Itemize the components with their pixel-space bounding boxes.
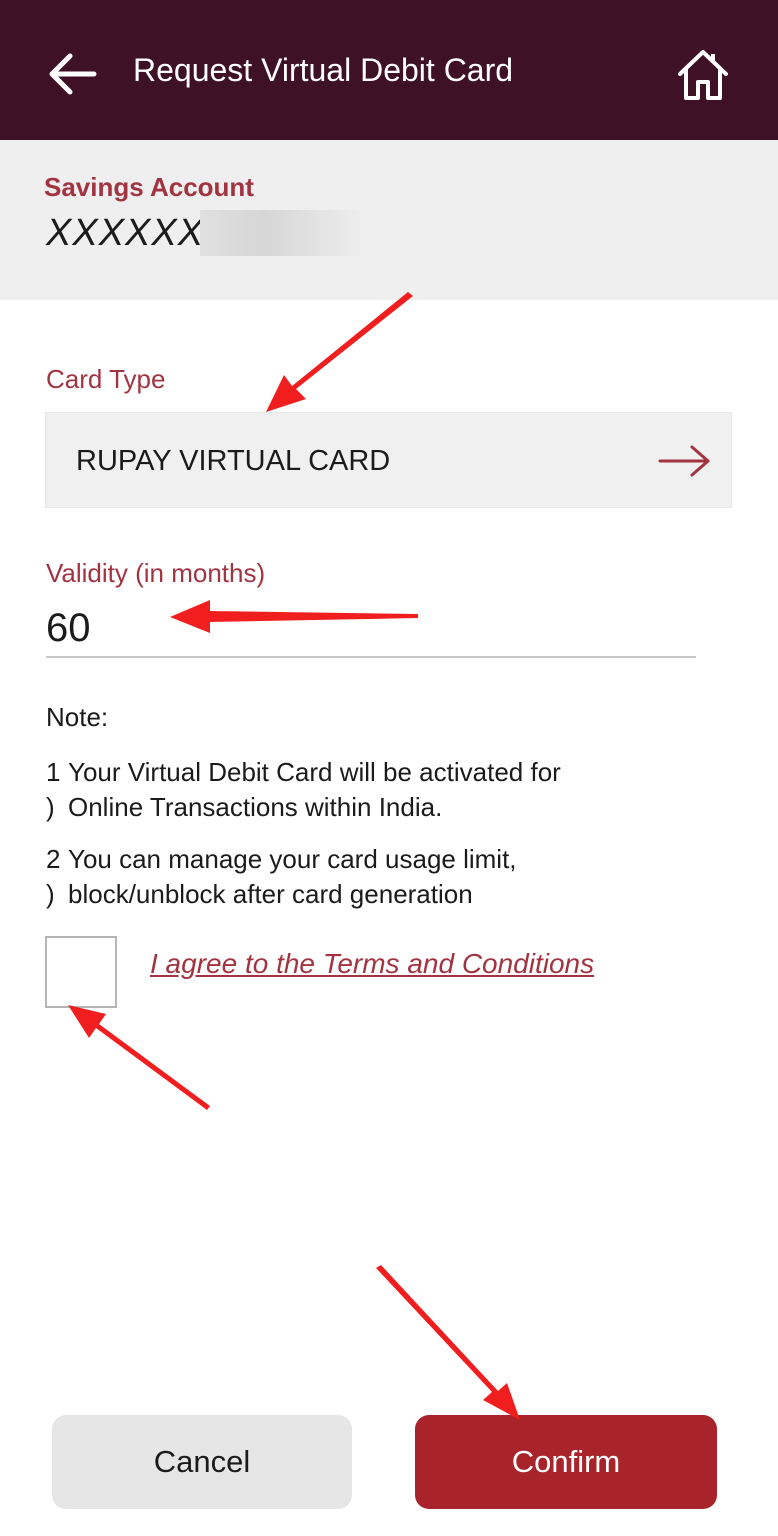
annotation-arrow-icon (266, 292, 413, 412)
note-text: block/unblock after card generation (68, 879, 473, 909)
arrow-right-icon (658, 445, 710, 477)
note-text: Your Virtual Debit Card will be activate… (68, 757, 561, 787)
terms-link[interactable]: I agree to the Terms and Conditions (150, 948, 594, 980)
card-type-label: Card Type (46, 364, 166, 394)
note-text: You can manage your card usage limit, (68, 844, 517, 874)
note-item: 2 You can manage your card usage limit, )… (46, 842, 726, 912)
note-mark: ) (46, 792, 55, 822)
confirm-button[interactable]: Confirm (415, 1415, 717, 1509)
app-header: Request Virtual Debit Card (0, 0, 778, 140)
annotation-arrow-icon (376, 1265, 520, 1420)
account-number-mask (200, 210, 360, 256)
note-mark: ) (46, 879, 55, 909)
home-icon (678, 50, 728, 100)
card-type-value: RUPAY VIRTUAL CARD (76, 445, 391, 477)
annotation-arrow-icon (68, 1005, 210, 1110)
arrow-left-icon (49, 53, 97, 95)
home-button[interactable] (672, 44, 734, 106)
note-title: Note: (46, 702, 109, 732)
page-title: Request Virtual Debit Card (133, 52, 514, 88)
note-number: 1 (46, 757, 61, 787)
account-type-label: Savings Account (44, 172, 254, 202)
terms-checkbox[interactable] (45, 936, 117, 1008)
card-type-selector[interactable]: RUPAY VIRTUAL CARD (45, 412, 732, 508)
note-item: 1 Your Virtual Debit Card will be activat… (46, 755, 726, 825)
back-button[interactable] (44, 44, 106, 104)
note-number: 2 (46, 844, 61, 874)
cancel-button[interactable]: Cancel (52, 1415, 352, 1509)
account-section: Savings Account XXXXXX (0, 140, 778, 300)
account-number: XXXXXX (46, 212, 205, 254)
validity-label: Validity (in months) (46, 558, 266, 588)
validity-input[interactable] (46, 600, 696, 658)
note-text: Online Transactions within India. (68, 792, 443, 822)
